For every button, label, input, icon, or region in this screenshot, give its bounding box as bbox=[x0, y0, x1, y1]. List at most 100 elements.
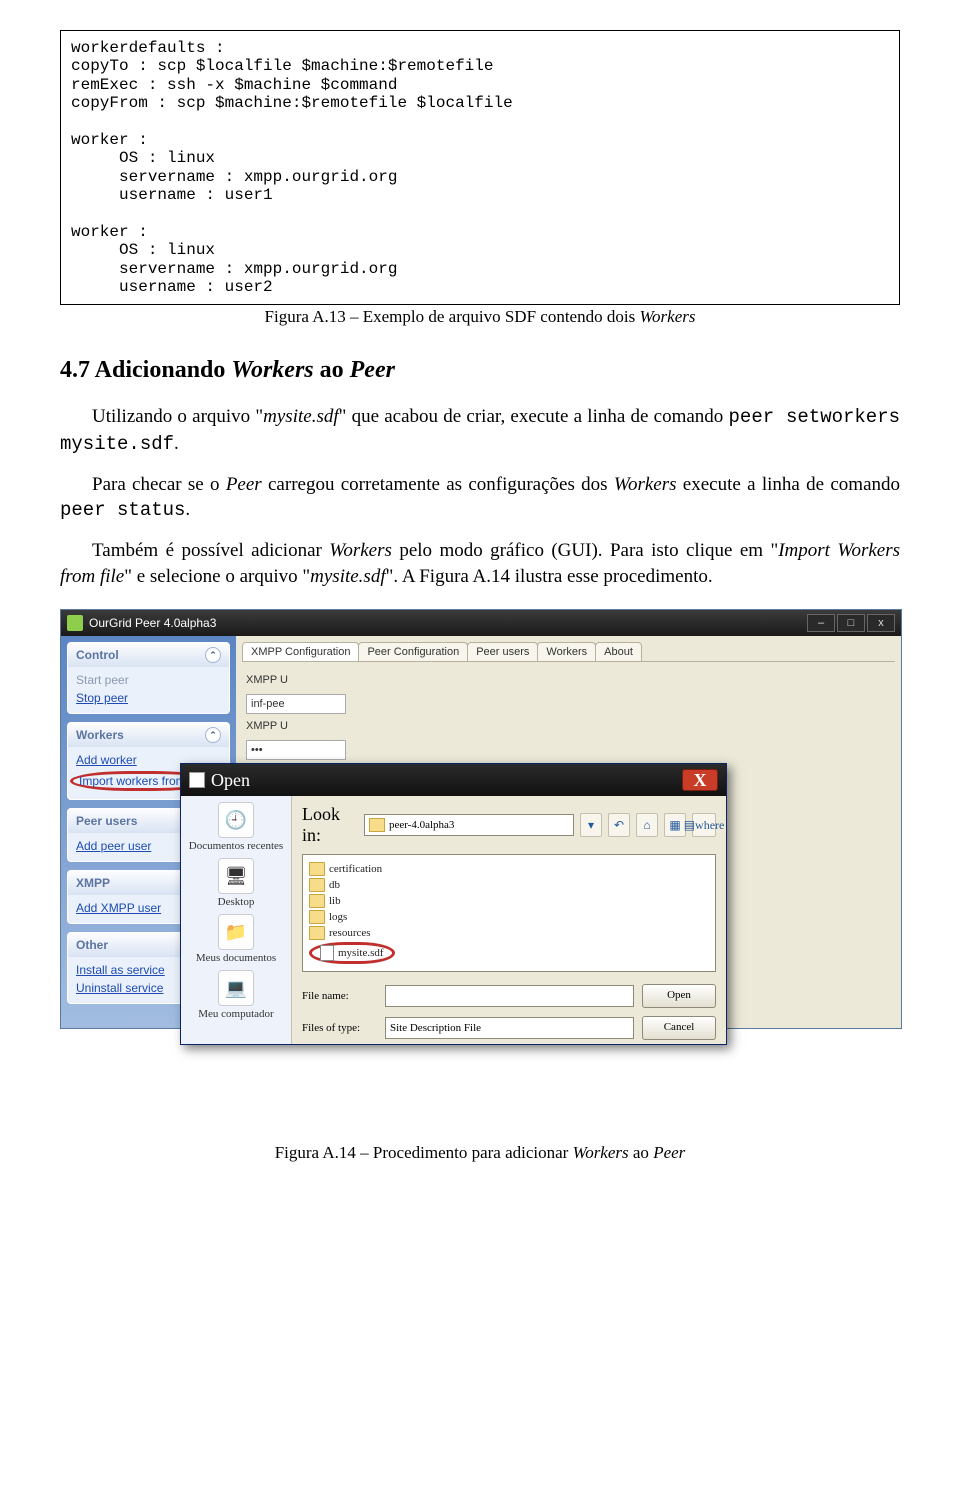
file-name: resources bbox=[329, 927, 371, 939]
file-name: db bbox=[329, 879, 340, 891]
list-item[interactable]: logs bbox=[309, 909, 709, 925]
cfg-input[interactable]: inf-pee bbox=[246, 694, 346, 714]
window-titlebar[interactable]: OurGrid Peer 4.0alpha3 – □ x bbox=[61, 610, 901, 636]
panel-title: Control bbox=[76, 648, 119, 662]
folder-icon bbox=[309, 910, 325, 924]
cfg-label: XMPP U bbox=[246, 674, 288, 686]
panel-control: Control ⌃ Start peer Stop peer bbox=[67, 642, 230, 714]
file-icon bbox=[320, 945, 334, 961]
desktop-icon: 🖥 bbox=[218, 858, 254, 894]
view-menu-button[interactable]: ▤where bbox=[692, 813, 716, 837]
maximize-button[interactable]: □ bbox=[837, 614, 865, 632]
close-button[interactable]: x bbox=[867, 614, 895, 632]
p2-workers: Workers bbox=[614, 474, 677, 495]
open-button[interactable]: Open bbox=[642, 984, 716, 1008]
paragraph-1: Utilizando o arquivo "mysite.sdf" que ac… bbox=[60, 404, 900, 457]
p2-text-a: Para checar se o bbox=[92, 474, 226, 495]
folder-icon bbox=[369, 818, 385, 832]
lookin-combo[interactable]: peer-4.0alpha3 bbox=[364, 814, 574, 836]
heading-mid: ao bbox=[314, 357, 350, 383]
caption-italic: Workers bbox=[573, 1143, 629, 1162]
p1-filename: mysite.sdf bbox=[263, 406, 338, 427]
caption-text: Figura A.13 – Exemplo de arquivo SDF con… bbox=[265, 307, 640, 326]
place-desktop[interactable]: 🖥 Desktop bbox=[181, 858, 291, 908]
list-item-mysite[interactable]: mysite.sdf bbox=[309, 941, 709, 965]
sidebar-item-stop-peer[interactable]: Stop peer bbox=[76, 689, 221, 707]
tab-row: XMPP Configuration Peer Configuration Pe… bbox=[242, 642, 895, 662]
p2-text-c: execute a linha de comando bbox=[677, 474, 901, 495]
place-mydocs[interactable]: 📁Meus documentos bbox=[181, 914, 291, 964]
folder-icon bbox=[309, 862, 325, 876]
tab-xmpp-config[interactable]: XMPP Configuration bbox=[242, 642, 359, 661]
filename-input[interactable] bbox=[385, 985, 634, 1007]
panel-header-workers[interactable]: Workers ⌃ bbox=[68, 723, 229, 747]
filetype-combo[interactable]: Site Description File bbox=[385, 1017, 634, 1039]
panel-title: XMPP bbox=[76, 876, 110, 890]
open-dialog: Open X 🕘Documentos recentes 🖥Desktop 📁Me… bbox=[180, 763, 727, 1045]
p2-text-b: carregou corretamente as configurações d… bbox=[262, 474, 614, 495]
tab-peer-config[interactable]: Peer Configuration bbox=[358, 642, 468, 661]
filetype-label: Files of type: bbox=[302, 1022, 377, 1034]
file-name: lib bbox=[329, 895, 341, 907]
dialog-close-button[interactable]: X bbox=[682, 769, 718, 791]
up-folder-button[interactable]: ▾ bbox=[580, 813, 602, 837]
folder-icon bbox=[309, 894, 325, 908]
list-item[interactable]: resources bbox=[309, 925, 709, 941]
tab-peer-users[interactable]: Peer users bbox=[467, 642, 538, 661]
home-button[interactable]: ⌂ bbox=[636, 813, 658, 837]
filename-label: File name: bbox=[302, 990, 377, 1002]
sidebar-item-start-peer[interactable]: Start peer bbox=[76, 671, 221, 689]
paragraph-3: Também é possível adicionar Workers pelo… bbox=[60, 538, 900, 589]
cfg-label: XMPP U bbox=[246, 720, 288, 732]
open-dialog-titlebar[interactable]: Open X bbox=[181, 764, 726, 796]
panel-title: Peer users bbox=[76, 814, 137, 828]
folder-icon bbox=[309, 926, 325, 940]
back-button[interactable]: ↶ bbox=[608, 813, 630, 837]
p3-text-b: pelo modo gráfico (GUI). Para isto cliqu… bbox=[392, 540, 778, 561]
p2-text-d: . bbox=[185, 499, 190, 520]
caption-text: ao bbox=[629, 1143, 654, 1162]
place-label: Desktop bbox=[218, 896, 255, 908]
place-label: Meu computador bbox=[198, 1008, 273, 1020]
heading-italic-workers: Workers bbox=[231, 357, 313, 383]
file-name: mysite.sdf bbox=[338, 947, 384, 959]
places-bar: 🕘Documentos recentes 🖥 Desktop 📁Meus docu… bbox=[181, 796, 292, 1044]
p1-text-a: Utilizando o arquivo " bbox=[92, 406, 263, 427]
p3-text-a: Também é possível adicionar bbox=[92, 540, 329, 561]
section-heading: 4.7 Adicionando Workers ao Peer bbox=[60, 357, 900, 384]
p3-workers: Workers bbox=[329, 540, 392, 561]
cfg-input[interactable]: ••• bbox=[246, 740, 346, 760]
paragraph-2: Para checar se o Peer carregou corretame… bbox=[60, 472, 900, 524]
tab-about[interactable]: About bbox=[595, 642, 642, 661]
tab-workers[interactable]: Workers bbox=[537, 642, 596, 661]
my-computer-icon: 💻 bbox=[218, 970, 254, 1006]
place-mycomputer[interactable]: 💻 Meu computador bbox=[181, 970, 291, 1020]
place-recent[interactable]: 🕘Documentos recentes bbox=[181, 802, 291, 852]
app-logo-icon bbox=[67, 615, 83, 631]
file-list[interactable]: certification db lib logs resources mysi… bbox=[302, 854, 716, 972]
cancel-button[interactable]: Cancel bbox=[642, 1016, 716, 1040]
caption-italic: Workers bbox=[639, 307, 695, 326]
p1-text-b: " que acabou de criar, execute a linha d… bbox=[339, 406, 729, 427]
my-docs-icon: 📁 bbox=[218, 914, 254, 950]
collapse-icon[interactable]: ⌃ bbox=[205, 727, 221, 743]
list-item[interactable]: lib bbox=[309, 893, 709, 909]
figure-a13-caption: Figura A.13 – Exemplo de arquivo SDF con… bbox=[60, 307, 900, 327]
lookin-row: Look in: peer-4.0alpha3 ▾ ↶ ⌂ ▦ ▤where bbox=[292, 796, 726, 854]
p3-text-c: " e selecione o arquivo " bbox=[124, 566, 310, 587]
caption-italic: Peer bbox=[653, 1143, 685, 1162]
dialog-icon bbox=[189, 772, 205, 788]
window-title: OurGrid Peer 4.0alpha3 bbox=[89, 616, 216, 630]
minimize-button[interactable]: – bbox=[807, 614, 835, 632]
list-item[interactable]: db bbox=[309, 877, 709, 893]
caption-text: Figura A.14 – Procedimento para adiciona… bbox=[275, 1143, 573, 1162]
list-item[interactable]: certification bbox=[309, 861, 709, 877]
p3-text-d: ". A Figura A.14 ilustra esse procedimen… bbox=[386, 566, 713, 587]
p2-peer: Peer bbox=[226, 474, 262, 495]
screenshot-region: OurGrid Peer 4.0alpha3 – □ x Control ⌃ S… bbox=[60, 609, 900, 1139]
p1-text-c: . bbox=[174, 433, 179, 454]
place-label: Documentos recentes bbox=[189, 840, 283, 852]
panel-title: Workers bbox=[76, 728, 124, 742]
panel-header-control[interactable]: Control ⌃ bbox=[68, 643, 229, 667]
collapse-icon[interactable]: ⌃ bbox=[205, 647, 221, 663]
